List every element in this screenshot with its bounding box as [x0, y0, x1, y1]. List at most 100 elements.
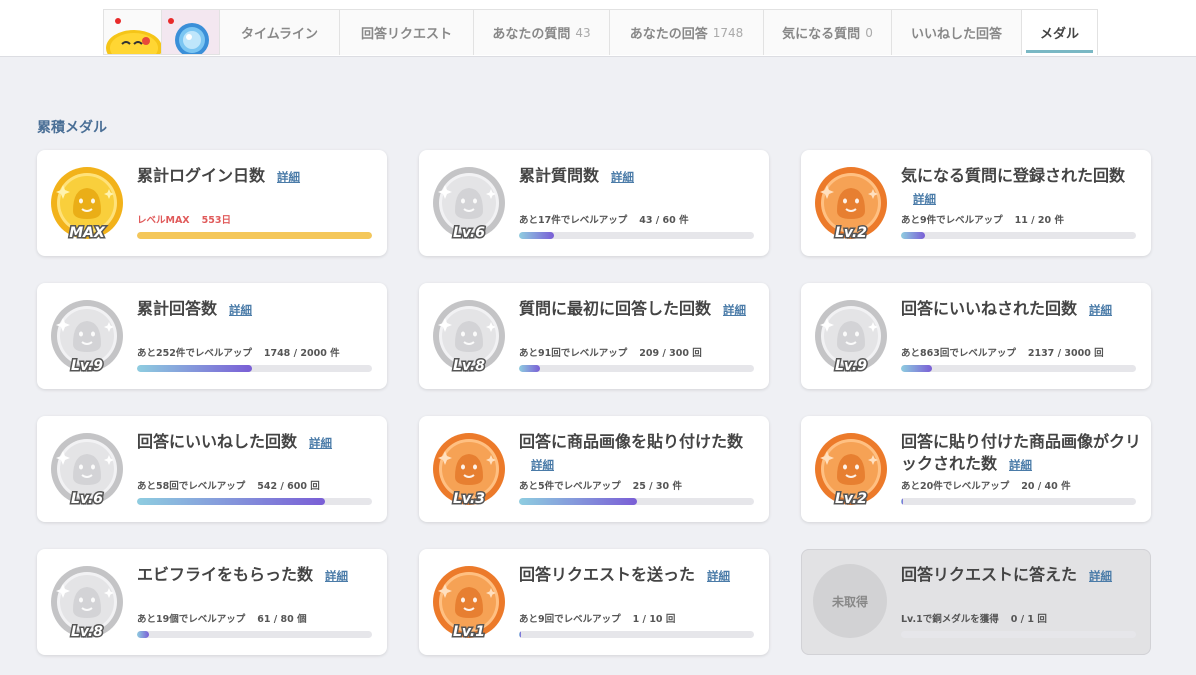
silver-medal-icon: Lv.9 — [49, 298, 125, 374]
progress-bar — [519, 232, 754, 239]
progress-bar-fill — [901, 365, 932, 372]
progress-count: 542 / 600 回 — [257, 481, 320, 492]
progress-bar — [137, 631, 372, 638]
detail-link[interactable]: 詳細 — [611, 170, 634, 184]
progress-bar — [519, 631, 754, 638]
medal-title: エビフライをもらった数 — [137, 565, 314, 584]
medal-level-label: Lv.3 — [453, 491, 485, 507]
medal-title: 回答にいいねした回数 — [137, 432, 298, 451]
medal-level-label: Lv.1 — [453, 624, 485, 640]
top-navigation-bar: タイムライン 回答リクエスト あなたの質問 43 あなたの回答 1748 気になる質問 0 いい… — [0, 0, 1196, 57]
progress-text-row: あと9回でレベルアップ 1 / 10 回 — [519, 611, 675, 625]
detail-link[interactable]: 詳細 — [707, 569, 730, 583]
progress-label: あと9件でレベルアップ — [901, 215, 1003, 226]
progress-bar-fill — [519, 631, 522, 638]
progress-bar — [901, 232, 1136, 239]
medal-level-label: Lv.9 — [71, 358, 103, 374]
avatar-blue[interactable] — [161, 9, 219, 55]
progress-bar-fill — [519, 232, 555, 239]
progress-label: レベルMAX — [137, 215, 190, 226]
detail-link[interactable]: 詳細 — [277, 170, 300, 184]
detail-link[interactable]: 詳細 — [723, 303, 746, 317]
medal-card: Lv.8 質問に最初に回答した回数 詳細あと91回でレベルアップ 209 / 300… — [419, 283, 769, 389]
progress-text-row: あと91回でレベルアップ 209 / 300 回 — [519, 345, 702, 359]
detail-link[interactable]: 詳細 — [1089, 569, 1112, 583]
tab-3[interactable]: あなたの回答 1748 — [609, 9, 763, 55]
progress-label: あと19個でレベルアップ — [137, 614, 246, 625]
detail-link[interactable]: 詳細 — [1009, 458, 1032, 472]
tab-6[interactable]: メダル — [1021, 9, 1098, 55]
progress-text-row: あと863回でレベルアップ 2137 / 3000 回 — [901, 345, 1104, 359]
medal-title-row: 質問に最初に回答した回数 詳細 — [519, 298, 764, 321]
tab-5[interactable]: いいねした回答 — [891, 9, 1021, 55]
progress-label: あと20件でレベルアップ — [901, 481, 1010, 492]
tab-2[interactable]: あなたの質問 43 — [473, 9, 609, 55]
progress-label: Lv.1で銅メダルを獲得 — [901, 614, 999, 625]
progress-bar-fill — [519, 498, 637, 505]
progress-count: 553日 — [201, 215, 231, 226]
progress-count: 61 / 80 個 — [257, 614, 307, 625]
medal-title-row: エビフライをもらった数 詳細 — [137, 564, 382, 587]
medal-title-row: 気になる質問に登録された回数詳細 — [901, 165, 1146, 210]
medal-card: Lv.6 回答にいいねした回数 詳細 あと58回でレベルアップ 542 / 600 回 — [37, 416, 387, 522]
progress-bar — [519, 498, 754, 505]
progress-count: 209 / 300 回 — [639, 348, 702, 359]
blue-character-avatar-icon — [162, 10, 219, 54]
avatar-yellow[interactable] — [103, 9, 161, 55]
medal-level-label: Lv.6 — [453, 225, 485, 241]
medal-level-label: MAX — [69, 225, 106, 241]
medal-level-label: Lv.8 — [453, 358, 485, 374]
progress-bar-fill — [901, 498, 904, 505]
medal-level-label: Lv.2 — [835, 491, 867, 507]
progress-count: 0 / 1 回 — [1010, 614, 1047, 625]
medal-title-row: 累計ログイン日数 詳細 — [137, 165, 382, 188]
progress-label: あと58回でレベルアップ — [137, 481, 246, 492]
medal-title: 気になる質問に登録された回数 — [901, 166, 1126, 185]
medal-title: 質問に最初に回答した回数 — [519, 299, 712, 318]
progress-bar-fill — [901, 232, 925, 239]
progress-text-row: レベルMAX 553日 — [137, 212, 231, 226]
yellow-character-avatar-icon — [106, 18, 161, 54]
detail-link[interactable]: 詳細 — [229, 303, 252, 317]
tab-label: あなたの回答 — [629, 27, 708, 42]
progress-bar-fill — [137, 232, 372, 239]
medal-level-label: Lv.8 — [71, 624, 103, 640]
progress-text-row: あと5件でレベルアップ 25 / 30 件 — [519, 478, 682, 492]
medal-card: MAX 累計ログイン日数 詳細レベルMAX 553日 — [37, 150, 387, 256]
medal-title: 回答に商品画像を貼り付けた数 — [519, 432, 744, 451]
medal-title: 累計質問数 — [519, 166, 600, 185]
medal-title: 累計ログイン日数 — [137, 166, 266, 185]
progress-count: 43 / 60 件 — [639, 215, 689, 226]
progress-label: あと91回でレベルアップ — [519, 348, 628, 359]
tab-bar: タイムライン 回答リクエスト あなたの質問 43 あなたの回答 1748 気になる質問 0 いい… — [103, 9, 1098, 56]
progress-bar — [901, 365, 1136, 372]
tab-4[interactable]: 気になる質問 0 — [763, 9, 891, 55]
detail-link[interactable]: 詳細 — [309, 436, 332, 450]
progress-bar — [519, 365, 754, 372]
tab-0[interactable]: タイムライン — [219, 9, 339, 55]
silver-medal-icon: Lv.8 — [49, 564, 125, 640]
medal-card: Lv.2 気になる質問に登録された回数詳細あと9件でレベルアップ 11 / 20 … — [801, 150, 1151, 256]
section-title: 累積メダル — [37, 120, 107, 136]
bronze-medal-icon: Lv.2 — [813, 165, 889, 241]
detail-link[interactable]: 詳細 — [913, 192, 936, 206]
progress-bar — [137, 498, 372, 505]
medal-level-label: Lv.9 — [835, 358, 867, 374]
tab-label: 回答リクエスト — [360, 27, 452, 42]
detail-link[interactable]: 詳細 — [531, 458, 554, 472]
progress-text-row: あと58回でレベルアップ 542 / 600 回 — [137, 478, 320, 492]
detail-link[interactable]: 詳細 — [325, 569, 348, 583]
progress-text-row: あと20件でレベルアップ 20 / 40 件 — [901, 478, 1071, 492]
silver-medal-icon: Lv.8 — [431, 298, 507, 374]
progress-label: あと17件でレベルアップ — [519, 215, 628, 226]
detail-link[interactable]: 詳細 — [1089, 303, 1112, 317]
medal-title: 回答にいいねされた回数 — [901, 299, 1078, 318]
tab-label: 気になる質問 — [782, 27, 861, 42]
progress-label: あと863回でレベルアップ — [901, 348, 1016, 359]
tab-1[interactable]: 回答リクエスト — [339, 9, 473, 55]
progress-text-row: あと9件でレベルアップ 11 / 20 件 — [901, 212, 1064, 226]
tab-label: メダル — [1039, 27, 1079, 42]
bronze-medal-icon: Lv.1 — [431, 564, 507, 640]
progress-bar — [137, 232, 372, 239]
medal-card: Lv.8 エビフライをもらった数 詳細あと19個でレベルアップ 61 / 80 個 — [37, 549, 387, 655]
